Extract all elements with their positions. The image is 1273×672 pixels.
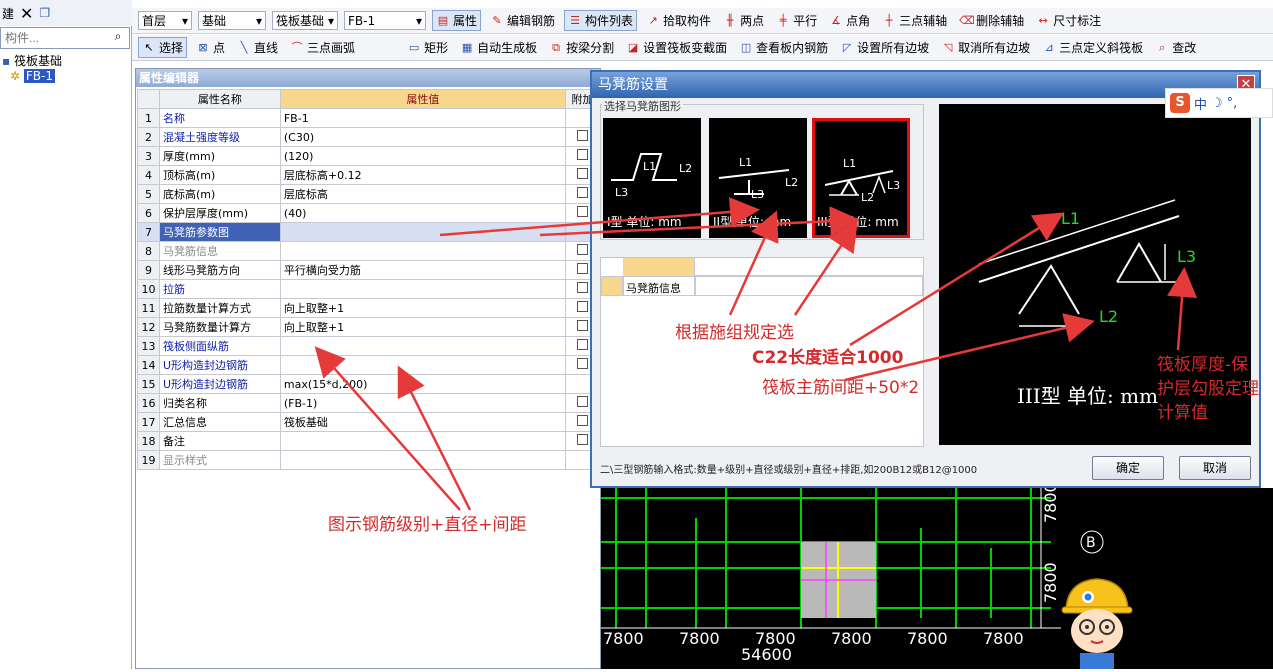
annotation-thickness-3: 计算值 [1157, 403, 1208, 423]
annotation-thickness-2: 护层勾股定理 [1157, 379, 1259, 399]
annotation-rebar-format: 图示钢筋级别+直径+间距 [328, 515, 527, 535]
annotation-main-spacing: 筏板主筋间距+50*2 [762, 378, 920, 398]
mascot-avatar [1061, 578, 1133, 669]
annotation-c22-length: C22长度适合1000 [752, 348, 904, 368]
annotation-select-type: 根据施组规定选 [675, 323, 794, 343]
annotation-arrows [314, 197, 1198, 511]
annotation-thickness-1: 筏板厚度-保 [1157, 355, 1249, 375]
